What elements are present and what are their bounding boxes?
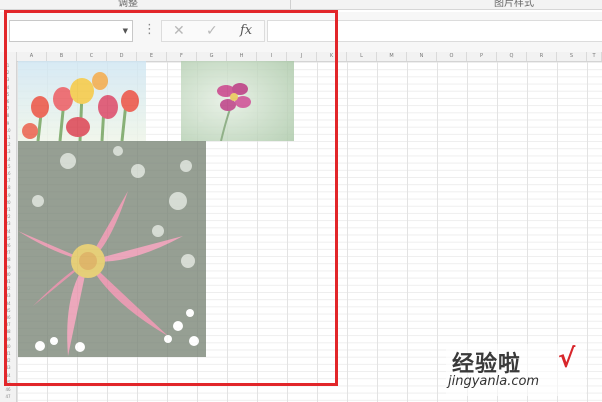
- row-header-40[interactable]: 40: [0, 343, 16, 350]
- row-header-25[interactable]: 25: [0, 235, 16, 242]
- row-header-1[interactable]: 1: [0, 62, 16, 69]
- row-header-24[interactable]: 24: [0, 228, 16, 235]
- confirm-icon[interactable]: ✓: [206, 22, 218, 40]
- row-header-36[interactable]: 36: [0, 314, 16, 321]
- row-header-11[interactable]: 11: [0, 134, 16, 141]
- column-header-d[interactable]: D: [107, 52, 137, 61]
- row-header-7[interactable]: 7: [0, 105, 16, 112]
- row-header-4[interactable]: 4: [0, 84, 16, 91]
- mandevilla-picture[interactable]: [18, 141, 206, 357]
- row-header-31[interactable]: 31: [0, 278, 16, 285]
- watermark: 经验啦 √ jingyanla.com: [446, 344, 586, 396]
- formula-bar: ▼ ⋮ ✕ ✓ fx: [0, 12, 602, 53]
- row-header-28[interactable]: 28: [0, 256, 16, 263]
- column-header-c[interactable]: C: [77, 52, 107, 61]
- cosmos-image: [181, 61, 294, 141]
- row-header-5[interactable]: 5: [0, 91, 16, 98]
- column-header-n[interactable]: N: [407, 52, 437, 61]
- check-icon: √: [558, 344, 576, 374]
- ribbon-group-adjust[interactable]: 调整: [118, 0, 138, 9]
- row-header: 1 2 3 4 5 6 7 8 9 10 11 12 13 14 15 16 17 18 19 20 21 22 23 24 2…: [0, 61, 17, 402]
- row-header-21[interactable]: 21: [0, 206, 16, 213]
- row-header-13[interactable]: 13: [0, 148, 16, 155]
- column-header-i[interactable]: I: [257, 52, 287, 61]
- row-header-29[interactable]: 29: [0, 264, 16, 271]
- row-header-39[interactable]: 39: [0, 336, 16, 343]
- row-header-38[interactable]: 38: [0, 328, 16, 335]
- row-header-32[interactable]: 32: [0, 285, 16, 292]
- row-header-2[interactable]: 2: [0, 69, 16, 76]
- cancel-icon[interactable]: ✕: [173, 22, 185, 40]
- row-header-12[interactable]: 12: [0, 141, 16, 148]
- row-header-43[interactable]: 43: [0, 364, 16, 371]
- insert-function-icon[interactable]: fx: [240, 22, 252, 40]
- column-header-g[interactable]: G: [197, 52, 227, 61]
- chevron-down-icon[interactable]: ▼: [123, 27, 128, 35]
- row-header-8[interactable]: 8: [0, 112, 16, 119]
- row-header-34[interactable]: 34: [0, 300, 16, 307]
- column-header-m[interactable]: M: [377, 52, 407, 61]
- column-header-l[interactable]: L: [347, 52, 377, 61]
- ribbon-strip: 调整 图片样式: [0, 0, 602, 10]
- column-header-b[interactable]: B: [47, 52, 77, 61]
- row-header-9[interactable]: 9: [0, 120, 16, 127]
- row-header-27[interactable]: 27: [0, 249, 16, 256]
- row-header-42[interactable]: 42: [0, 357, 16, 364]
- column-header-e[interactable]: E: [137, 52, 167, 61]
- row-header-33[interactable]: 33: [0, 292, 16, 299]
- column-header-q[interactable]: Q: [497, 52, 527, 61]
- formula-input[interactable]: [267, 20, 602, 42]
- row-header-3[interactable]: 3: [0, 76, 16, 83]
- row-header-37[interactable]: 37: [0, 321, 16, 328]
- mandevilla-image: [18, 141, 206, 357]
- row-header-46[interactable]: 46: [0, 386, 16, 393]
- tulips-image: [18, 61, 146, 141]
- cosmos-picture[interactable]: [181, 61, 294, 141]
- row-header-41[interactable]: 41: [0, 350, 16, 357]
- column-header-s[interactable]: S: [557, 52, 587, 61]
- row-header-10[interactable]: 10: [0, 127, 16, 134]
- select-all-corner[interactable]: [0, 52, 17, 61]
- more-options-icon[interactable]: ⋮: [143, 21, 156, 39]
- row-header-18[interactable]: 18: [0, 184, 16, 191]
- tulips-picture[interactable]: [18, 61, 146, 141]
- row-header-19[interactable]: 19: [0, 192, 16, 199]
- row-header-47[interactable]: 47: [0, 393, 16, 400]
- row-header-6[interactable]: 6: [0, 98, 16, 105]
- column-header-p[interactable]: P: [467, 52, 497, 61]
- column-header-f[interactable]: F: [167, 52, 197, 61]
- row-header-15[interactable]: 15: [0, 163, 16, 170]
- formula-buttons: ✕ ✓ fx: [161, 20, 265, 42]
- row-header-35[interactable]: 35: [0, 307, 16, 314]
- row-header-22[interactable]: 22: [0, 213, 16, 220]
- column-header-h[interactable]: H: [227, 52, 257, 61]
- ribbon-separator: [290, 0, 291, 9]
- row-header-45[interactable]: 45: [0, 379, 16, 386]
- row-header-23[interactable]: 23: [0, 220, 16, 227]
- row-header-26[interactable]: 26: [0, 242, 16, 249]
- name-box[interactable]: ▼: [9, 20, 133, 42]
- row-header-30[interactable]: 30: [0, 271, 16, 278]
- column-header-k[interactable]: K: [317, 52, 347, 61]
- row-header-16[interactable]: 16: [0, 170, 16, 177]
- column-header-t[interactable]: T: [587, 52, 602, 61]
- row-header-20[interactable]: 20: [0, 199, 16, 206]
- column-header-j[interactable]: J: [287, 52, 317, 61]
- column-header-r[interactable]: R: [527, 52, 557, 61]
- column-header-o[interactable]: O: [437, 52, 467, 61]
- row-header-44[interactable]: 44: [0, 372, 16, 379]
- row-header-14[interactable]: 14: [0, 156, 16, 163]
- watermark-url: jingyanla.com: [448, 374, 540, 389]
- ribbon-group-picture-styles[interactable]: 图片样式: [494, 0, 534, 9]
- column-header-a[interactable]: A: [17, 52, 47, 61]
- row-header-17[interactable]: 17: [0, 177, 16, 184]
